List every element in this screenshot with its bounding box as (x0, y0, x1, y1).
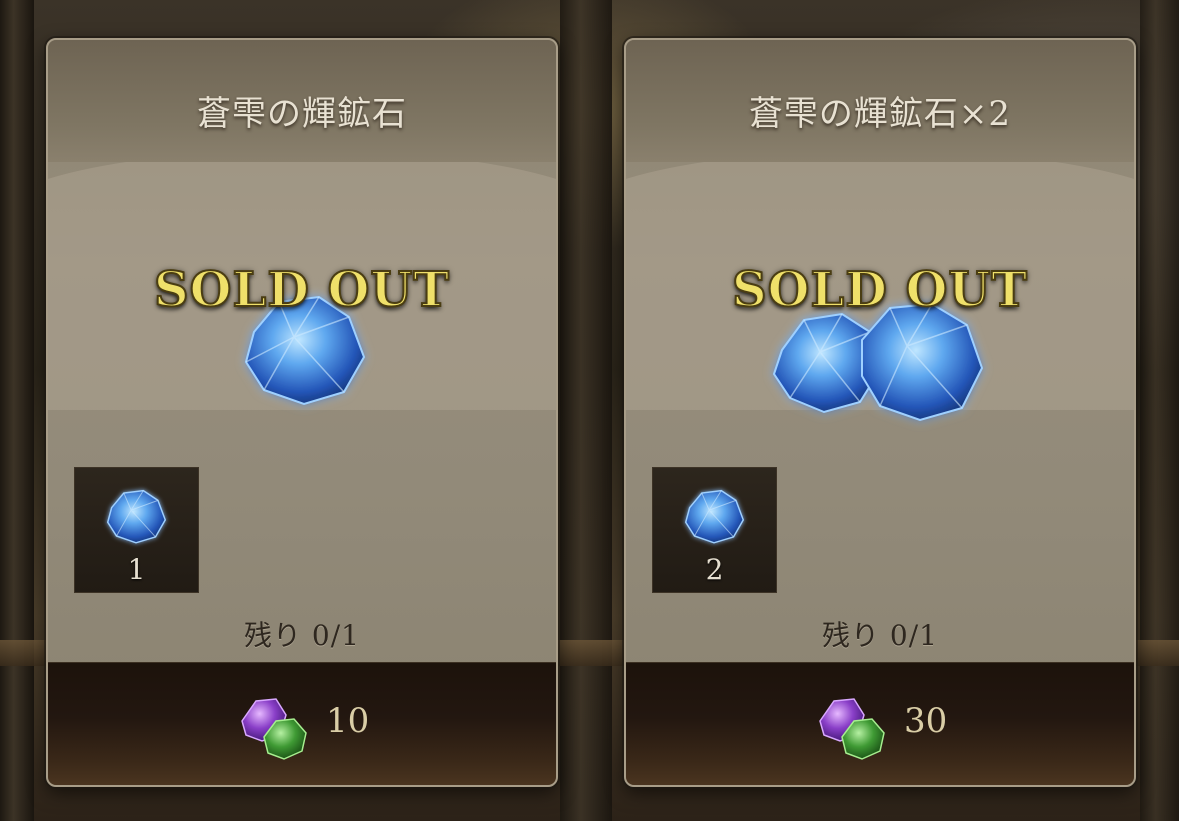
item-quantity: 2 (705, 553, 724, 586)
item-quantity: 1 (127, 553, 146, 586)
sold-out-label: SOLD OUT (153, 261, 450, 319)
price-value: 30 (904, 701, 948, 741)
shop-card-2[interactable]: 蒼雫の輝鉱石×2 SOLD OUT 2 残り 0/1 30 (624, 38, 1136, 787)
purple-green-gem-icon (241, 698, 307, 760)
sold-out-label: SOLD OUT (731, 261, 1028, 319)
shop-card-1[interactable]: 蒼雫の輝鉱石 SOLD OUT 1 残り 0/1 10 (46, 38, 558, 787)
purple-green-gem-icon (819, 698, 885, 760)
price-bar[interactable]: 30 (626, 662, 1134, 785)
card-title: 蒼雫の輝鉱石 (197, 94, 407, 134)
background-pillar-right (1140, 0, 1179, 821)
item-slot[interactable]: 2 (652, 467, 777, 593)
item-slot[interactable]: 1 (74, 467, 199, 593)
background-pillar-left (0, 0, 34, 821)
remaining-stock: 残り 0/1 (822, 619, 938, 652)
card-title: 蒼雫の輝鉱石×2 (748, 94, 1012, 134)
price-bar[interactable]: 10 (48, 662, 556, 785)
remaining-stock: 残り 0/1 (244, 619, 360, 652)
blue-ore-icon (106, 489, 167, 544)
blue-ore-icon (684, 489, 745, 544)
price-value: 10 (326, 701, 370, 741)
background-pillar-middle (560, 0, 612, 821)
